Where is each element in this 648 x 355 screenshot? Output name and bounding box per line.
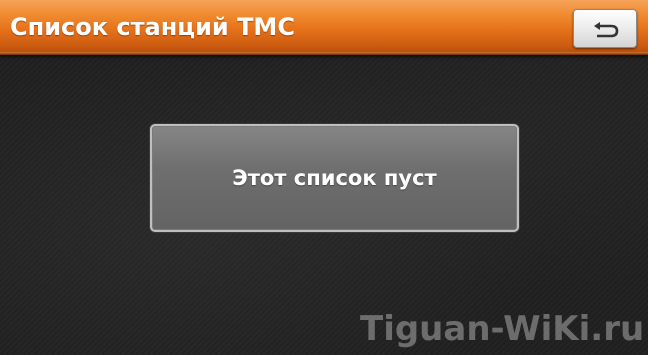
empty-list-message-button[interactable]: Этот список пуст bbox=[150, 124, 519, 232]
page-title: Список станций TMC bbox=[10, 13, 295, 41]
empty-list-message: Этот список пуст bbox=[232, 166, 437, 190]
title-bar: Список станций TMC bbox=[0, 0, 648, 55]
back-button[interactable] bbox=[573, 9, 637, 48]
tmc-station-list-screen: Список станций TMC Этот список пуст Tigu… bbox=[0, 0, 648, 355]
watermark-text: Tiguan-WiKi.ru bbox=[360, 309, 645, 349]
